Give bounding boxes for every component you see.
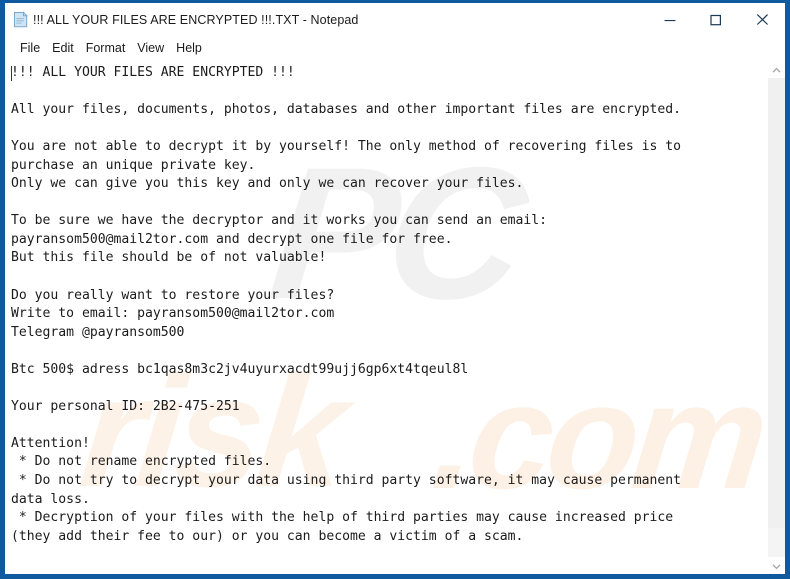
menu-item-help[interactable]: Help: [170, 40, 208, 57]
title-bar[interactable]: !!! ALL YOUR FILES ARE ENCRYPTED !!!.TXT…: [5, 3, 785, 36]
menu-item-format[interactable]: Format: [80, 40, 132, 57]
chevron-up-icon: [772, 61, 781, 79]
window-title: !!! ALL YOUR FILES ARE ENCRYPTED !!!.TXT…: [33, 12, 359, 27]
close-icon: [756, 13, 769, 26]
notepad-window: !!! ALL YOUR FILES ARE ENCRYPTED !!!.TXT…: [0, 0, 790, 579]
close-button[interactable]: [739, 3, 785, 36]
minimize-icon: [664, 14, 676, 26]
scrollbar-down-button[interactable]: [768, 557, 785, 574]
maximize-icon: [710, 14, 722, 26]
maximize-button[interactable]: [693, 3, 739, 36]
menu-bar: File Edit Format View Help: [5, 36, 785, 60]
menu-item-file[interactable]: File: [14, 40, 46, 57]
scrollbar-thumb[interactable]: [768, 78, 785, 529]
scrollbar-track[interactable]: [768, 78, 785, 557]
menu-item-view[interactable]: View: [131, 40, 170, 57]
notepad-document-icon: [12, 11, 29, 28]
scrollbar-up-button[interactable]: [768, 61, 785, 78]
text-caret: [11, 66, 12, 81]
text-editor[interactable]: PC risk .com !!! ALL YOUR FILES ARE ENCR…: [5, 61, 767, 574]
chevron-down-icon: [772, 557, 781, 575]
ransom-note-text[interactable]: !!! ALL YOUR FILES ARE ENCRYPTED !!! All…: [5, 61, 767, 546]
editor-area: PC risk .com !!! ALL YOUR FILES ARE ENCR…: [5, 60, 785, 574]
menu-item-edit[interactable]: Edit: [46, 40, 80, 57]
window-controls: [647, 3, 785, 36]
vertical-scrollbar[interactable]: [767, 61, 785, 574]
minimize-button[interactable]: [647, 3, 693, 36]
